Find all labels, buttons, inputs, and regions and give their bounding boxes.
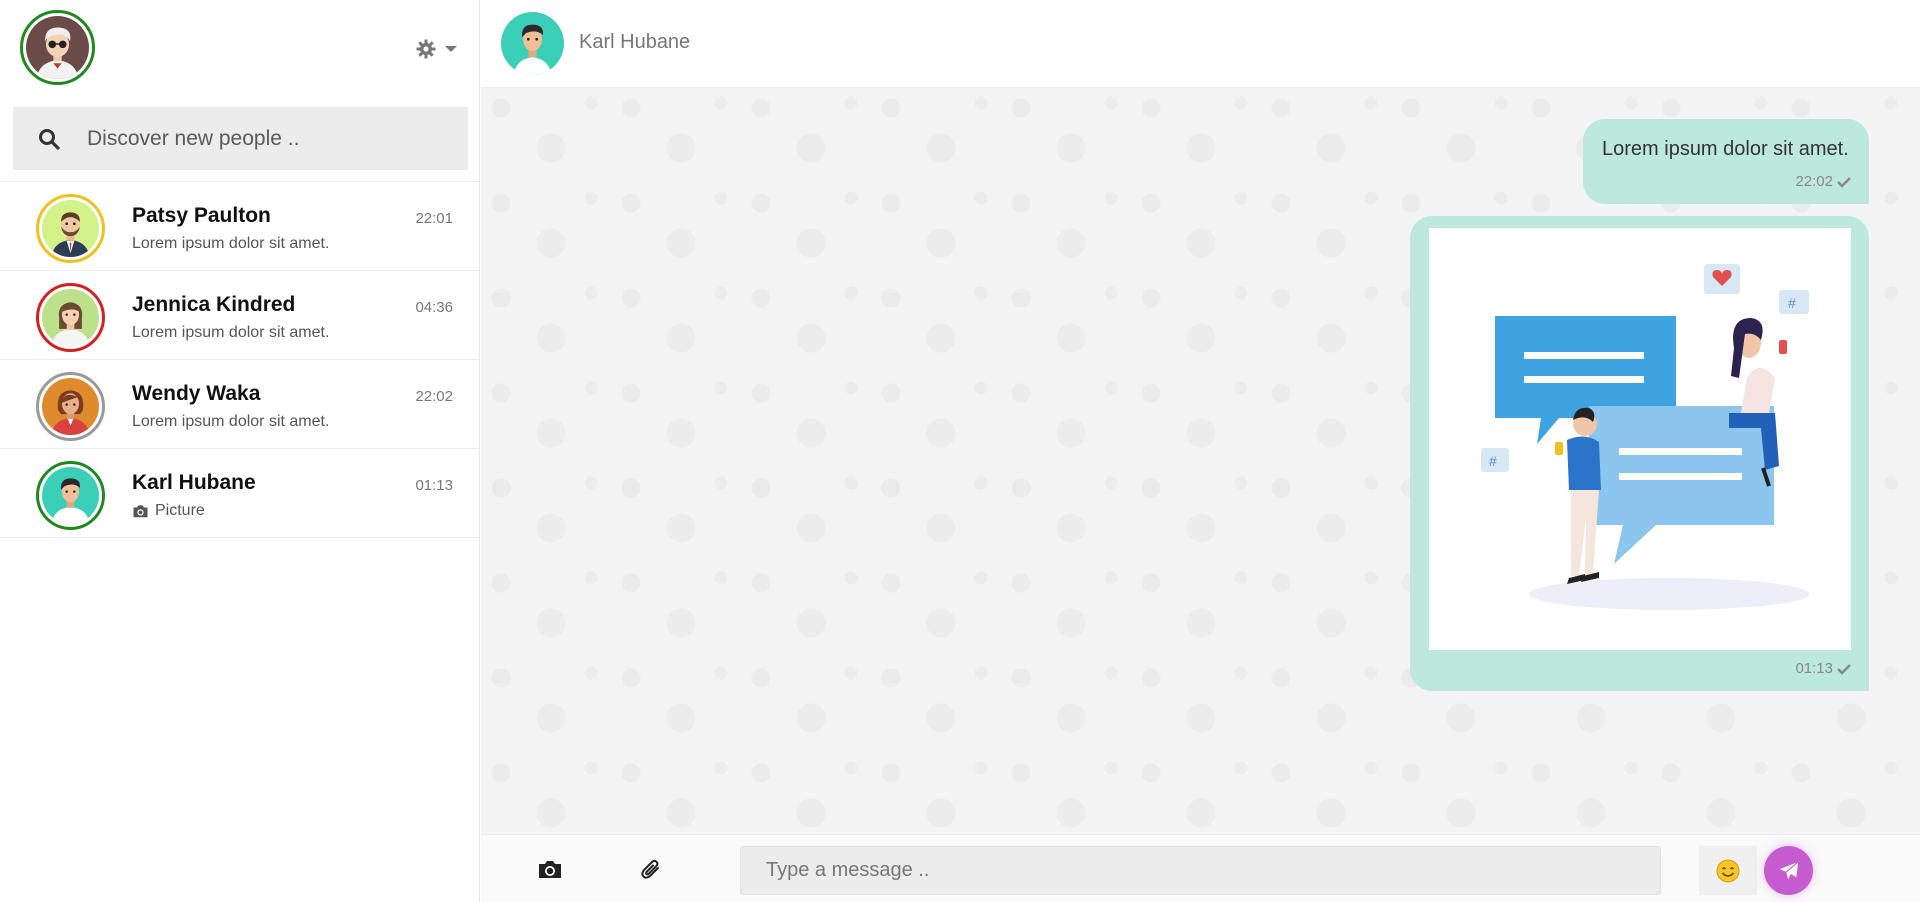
message-input[interactable] <box>740 846 1661 895</box>
contact-avatar <box>36 372 105 441</box>
contact-name: Patsy Paulton <box>132 204 271 227</box>
chat-illustration: # # <box>1429 228 1851 650</box>
contact-last-message: Lorem ipsum dolor sit amet. <box>132 413 329 431</box>
search-input[interactable] <box>85 125 445 152</box>
last-message-text: Lorem ipsum dolor sit amet. <box>132 413 330 430</box>
check-icon <box>1837 176 1851 188</box>
contact-time: 01:13 <box>415 477 453 494</box>
message-meta: 01:13 <box>1795 660 1851 677</box>
camera-icon <box>539 861 561 878</box>
contact-name: Jennica Kindred <box>132 293 296 316</box>
contact-avatar <box>36 461 105 530</box>
image-message-bubble: # # 01:13 <box>1410 216 1869 691</box>
message-composer <box>481 834 1920 902</box>
contact-last-message: Lorem ipsum dolor sit amet. <box>132 235 329 253</box>
contact-name: Wendy Waka <box>132 382 261 405</box>
paper-plane-icon <box>1779 860 1799 879</box>
contact-time: 04:36 <box>415 299 453 316</box>
contact-item[interactable]: Karl Hubane Picture 01:13 <box>0 448 479 538</box>
contact-item[interactable]: Patsy Paulton Lorem ipsum dolor sit amet… <box>0 181 479 271</box>
smile-emoji-icon <box>1716 859 1740 882</box>
attach-button[interactable] <box>627 845 675 893</box>
svg-text:#: # <box>1489 453 1497 469</box>
svg-text:#: # <box>1788 295 1796 311</box>
message-bubble: Lorem ipsum dolor sit amet. 22:02 <box>1583 119 1869 204</box>
last-message-text: Lorem ipsum dolor sit amet. <box>132 324 330 341</box>
contact-item[interactable]: Wendy Waka Lorem ipsum dolor sit amet. 2… <box>0 359 479 449</box>
chat-contact-name: Karl Hubane <box>579 31 691 53</box>
message-image[interactable]: # # <box>1429 228 1851 650</box>
camera-button[interactable] <box>526 845 574 893</box>
contact-last-message: Lorem ipsum dolor sit amet. <box>132 324 329 342</box>
contact-list: Patsy Paulton Lorem ipsum dolor sit amet… <box>0 181 479 538</box>
chat-contact-avatar[interactable] <box>501 12 564 75</box>
contact-avatar <box>36 194 105 263</box>
gear-icon <box>416 39 436 59</box>
caret-down-icon <box>445 46 457 52</box>
contact-item[interactable]: Jennica Kindred Lorem ipsum dolor sit am… <box>0 270 479 360</box>
contact-avatar <box>36 283 105 352</box>
contact-name: Karl Hubane <box>132 471 256 494</box>
last-message-text: Lorem ipsum dolor sit amet. <box>132 235 330 252</box>
user-avatar-icon <box>26 16 89 79</box>
check-icon <box>1837 663 1851 675</box>
settings-menu-button[interactable] <box>416 36 466 62</box>
contact-time: 22:02 <box>415 388 453 405</box>
message-area: Lorem ipsum dolor sit amet. 22:02 # # 01… <box>481 88 1920 834</box>
sidebar: Patsy Paulton Lorem ipsum dolor sit amet… <box>0 0 480 902</box>
search-bar <box>13 107 468 170</box>
emoji-button[interactable] <box>1699 846 1757 895</box>
send-button[interactable] <box>1764 846 1813 895</box>
chat-header: Karl Hubane <box>481 0 1920 88</box>
sidebar-header <box>0 0 479 96</box>
last-message-text: Picture <box>155 502 205 519</box>
search-icon <box>13 107 85 170</box>
chat-panel: Karl Hubane Lorem ipsum dolor sit amet. … <box>481 0 1920 902</box>
message-time: 01:13 <box>1795 660 1833 677</box>
camera-icon <box>133 505 148 518</box>
message-time: 22:02 <box>1795 173 1833 190</box>
message-text: Lorem ipsum dolor sit amet. <box>1602 138 1849 160</box>
contact-time: 22:01 <box>415 210 453 227</box>
message-meta: 22:02 <box>1795 173 1851 190</box>
contact-last-message: Picture <box>132 502 205 520</box>
paperclip-icon <box>641 859 659 879</box>
my-avatar[interactable] <box>20 10 95 85</box>
